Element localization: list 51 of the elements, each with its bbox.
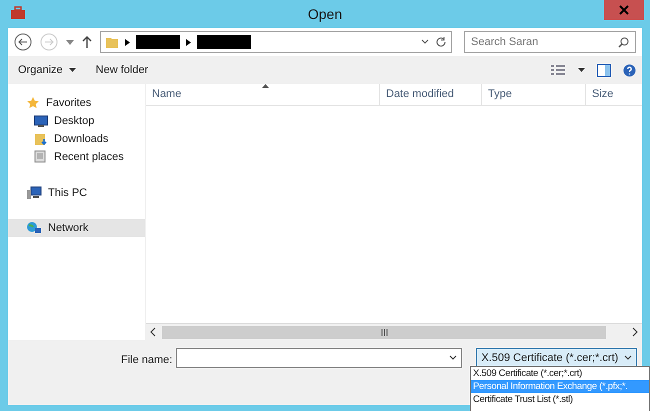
globe-icon xyxy=(26,221,42,235)
field-label: File name: xyxy=(121,353,172,368)
dropdown-option[interactable]: X.509 Certificate (*.cer;*.crt) xyxy=(471,367,649,380)
sidebar-item[interactable]: Desktop xyxy=(8,112,145,130)
search-input[interactable]: Search Saran xyxy=(471,34,618,50)
caret-icon[interactable] xyxy=(578,68,585,72)
document-stack-icon xyxy=(34,150,48,164)
sidebar-item[interactable]: This PC xyxy=(8,184,145,202)
column-header[interactable]: Size xyxy=(585,84,635,105)
list-view-icon[interactable] xyxy=(550,64,566,76)
chevron-down-icon[interactable] xyxy=(449,355,458,361)
folder-download-icon xyxy=(34,132,48,146)
sidebar-item[interactable]: Favorites xyxy=(8,94,145,112)
column-header[interactable]: Date modified xyxy=(379,84,481,105)
horizontal-scrollbar[interactable] xyxy=(146,323,642,340)
star-icon xyxy=(26,96,40,110)
caret-icon xyxy=(68,68,76,72)
scrollbar-thumb[interactable] xyxy=(162,326,606,338)
address-bar[interactable] xyxy=(100,31,452,53)
toolbar-button[interactable]: Organize xyxy=(14,60,80,80)
preview-pane-icon[interactable] xyxy=(597,64,611,76)
file-type-dropdown[interactable]: X.509 Certificate (*.cer;*.crt) xyxy=(476,348,638,368)
column-header[interactable]: Name xyxy=(146,84,379,105)
column-header[interactable]: Type xyxy=(481,84,585,105)
folder-icon xyxy=(105,35,119,49)
help-icon[interactable] xyxy=(623,64,636,76)
sidebar-item[interactable]: Network xyxy=(8,219,145,237)
close-button[interactable] xyxy=(604,0,644,20)
dropdown-caret-icon[interactable] xyxy=(66,40,74,44)
file-name-field[interactable] xyxy=(176,348,462,368)
toolbar-button[interactable]: New folder xyxy=(92,60,152,80)
close-icon xyxy=(619,5,629,15)
dropdown-option[interactable]: Certificate Trust List (*.stl) xyxy=(471,393,649,406)
sidebar-item[interactable]: Recent places xyxy=(8,148,145,166)
sidebar-item[interactable]: Downloads xyxy=(8,130,145,148)
redaction-block xyxy=(136,35,180,49)
grip-icon xyxy=(380,328,388,336)
sort-arrow-icon xyxy=(262,84,269,88)
computer-icon xyxy=(26,186,42,200)
chevron-down-icon[interactable] xyxy=(421,39,429,45)
chevron-down-icon xyxy=(624,355,632,361)
search-field[interactable]: Search Saran xyxy=(464,31,636,53)
redaction-block xyxy=(197,35,251,49)
search-icon[interactable] xyxy=(618,36,629,48)
refresh-icon[interactable] xyxy=(435,36,447,48)
toolbox-icon xyxy=(10,6,26,20)
up-arrow-icon[interactable] xyxy=(82,36,92,48)
window-title: Open xyxy=(308,4,342,24)
chevron-icon xyxy=(186,38,191,46)
monitor-icon xyxy=(34,115,48,127)
chevron-icon xyxy=(125,38,130,46)
